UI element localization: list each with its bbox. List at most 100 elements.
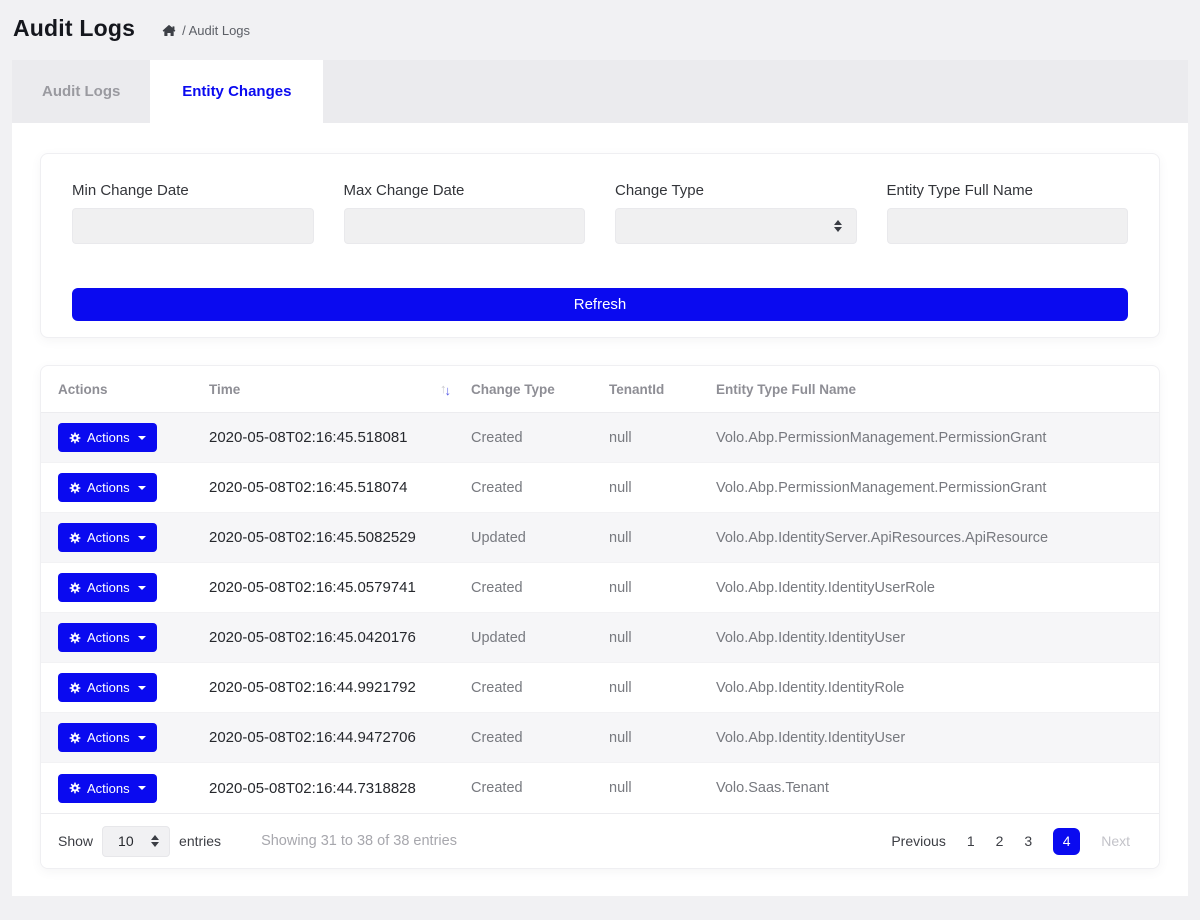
table-row: Actions 2020-05-08T02:16:44.9472706 Crea…	[41, 713, 1159, 763]
row-actions-button-label: Actions	[87, 480, 130, 495]
actions-cell: Actions	[58, 423, 209, 452]
row-actions-button[interactable]: Actions	[58, 473, 157, 502]
tab-audit-logs-label: Audit Logs	[42, 83, 120, 100]
entity-type-full-name-cell: Volo.Abp.IdentityServer.ApiResources.Api…	[716, 530, 1142, 546]
tab-strip: Audit Logs Entity Changes	[12, 60, 1188, 123]
table-row: Actions 2020-05-08T02:16:45.0579741 Crea…	[41, 563, 1159, 613]
table-row: Actions 2020-05-08T02:16:44.7318828 Crea…	[41, 763, 1159, 813]
entity-type-full-name-cell: Volo.Abp.Identity.IdentityUser	[716, 630, 1142, 646]
caret-down-icon	[138, 436, 146, 440]
tenantid-cell: null	[609, 780, 716, 796]
time-cell: 2020-05-08T02:16:45.518074	[209, 479, 471, 496]
time-cell: 2020-05-08T02:16:44.7318828	[209, 780, 471, 797]
change-type-cell: Updated	[471, 530, 609, 546]
actions-cell: Actions	[58, 774, 209, 803]
actions-cell: Actions	[58, 623, 209, 652]
row-actions-button-label: Actions	[87, 680, 130, 695]
entity-type-full-name-cell: Volo.Abp.PermissionManagement.Permission…	[716, 480, 1142, 496]
column-header-tenantid[interactable]: TenantId	[609, 382, 716, 397]
change-type-label: Change Type	[615, 182, 857, 199]
tenantid-cell: null	[609, 580, 716, 596]
refresh-button[interactable]: Refresh	[72, 288, 1128, 321]
entity-type-full-name-input[interactable]	[887, 208, 1129, 244]
pagination-page-4[interactable]: 4	[1053, 828, 1080, 855]
row-actions-button[interactable]: Actions	[58, 723, 157, 752]
pagination-page-1[interactable]: 1	[967, 833, 975, 849]
entity-type-full-name-cell: Volo.Saas.Tenant	[716, 780, 1142, 796]
sort-up-down-icon[interactable]: ↑↓	[440, 382, 449, 397]
column-header-entity-type-full-name[interactable]: Entity Type Full Name	[716, 382, 1142, 397]
change-type-cell: Updated	[471, 630, 609, 646]
change-type-select[interactable]	[615, 208, 857, 244]
filter-field-entity-type-full-name: Entity Type Full Name	[887, 182, 1129, 244]
gear-icon	[69, 432, 81, 444]
column-header-actions[interactable]: Actions	[58, 382, 209, 397]
pagination-next[interactable]: Next	[1101, 833, 1130, 849]
page-title: Audit Logs	[13, 15, 135, 42]
time-cell: 2020-05-08T02:16:44.9921792	[209, 679, 471, 696]
row-actions-button-label: Actions	[87, 781, 130, 796]
filter-field-min-change-date: Min Change Date	[72, 182, 314, 244]
caret-down-icon	[138, 786, 146, 790]
table-header-row: Actions Time ↑↓ Change Type TenantId Ent…	[41, 366, 1159, 413]
tenantid-cell: null	[609, 480, 716, 496]
time-cell: 2020-05-08T02:16:44.9472706	[209, 729, 471, 746]
tenantid-cell: null	[609, 530, 716, 546]
time-cell: 2020-05-08T02:16:45.0420176	[209, 629, 471, 646]
caret-down-icon	[138, 736, 146, 740]
chevron-up-down-icon	[151, 835, 159, 847]
showing-entries-text: Showing 31 to 38 of 38 entries	[261, 833, 457, 849]
row-actions-button[interactable]: Actions	[58, 573, 157, 602]
tenantid-cell: null	[609, 430, 716, 446]
change-type-cell: Created	[471, 580, 609, 596]
gear-icon	[69, 782, 81, 794]
row-actions-button[interactable]: Actions	[58, 423, 157, 452]
table-body: Actions 2020-05-08T02:16:45.518081 Creat…	[41, 413, 1159, 813]
tab-audit-logs[interactable]: Audit Logs	[12, 60, 150, 123]
table-row: Actions 2020-05-08T02:16:45.518074 Creat…	[41, 463, 1159, 513]
entity-type-full-name-cell: Volo.Abp.PermissionManagement.Permission…	[716, 430, 1142, 446]
caret-down-icon	[138, 586, 146, 590]
pagination-previous[interactable]: Previous	[891, 833, 945, 849]
row-actions-button[interactable]: Actions	[58, 673, 157, 702]
tenantid-cell: null	[609, 680, 716, 696]
tab-entity-changes[interactable]: Entity Changes	[150, 60, 323, 123]
filter-field-max-change-date: Max Change Date	[344, 182, 586, 244]
row-actions-button-label: Actions	[87, 730, 130, 745]
filter-grid: Min Change Date Max Change Date Change T…	[72, 182, 1128, 244]
min-change-date-input[interactable]	[72, 208, 314, 244]
row-actions-button-label: Actions	[87, 630, 130, 645]
gear-icon	[69, 532, 81, 544]
row-actions-button[interactable]: Actions	[58, 623, 157, 652]
row-actions-button-label: Actions	[87, 430, 130, 445]
filter-card: Min Change Date Max Change Date Change T…	[40, 153, 1160, 338]
column-header-change-type[interactable]: Change Type	[471, 382, 609, 397]
gear-icon	[69, 632, 81, 644]
page-size-value: 10	[118, 833, 134, 849]
time-cell: 2020-05-08T02:16:45.0579741	[209, 579, 471, 596]
gear-icon	[69, 482, 81, 494]
caret-down-icon	[138, 636, 146, 640]
row-actions-button[interactable]: Actions	[58, 774, 157, 803]
entity-type-full-name-cell: Volo.Abp.Identity.IdentityUser	[716, 730, 1142, 746]
home-icon[interactable]	[162, 24, 176, 38]
entity-type-full-name-cell: Volo.Abp.Identity.IdentityUserRole	[716, 580, 1142, 596]
page-size-select[interactable]: 10	[102, 826, 170, 857]
max-change-date-label: Max Change Date	[344, 182, 586, 199]
filter-field-change-type: Change Type	[615, 182, 857, 244]
time-cell: 2020-05-08T02:16:45.518081	[209, 429, 471, 446]
change-type-cell: Created	[471, 780, 609, 796]
actions-cell: Actions	[58, 723, 209, 752]
breadcrumb: / Audit Logs	[162, 23, 250, 38]
page-header: Audit Logs / Audit Logs	[0, 0, 1200, 52]
column-header-time[interactable]: Time ↑↓	[209, 382, 471, 397]
content-panel: Min Change Date Max Change Date Change T…	[12, 123, 1188, 896]
max-change-date-input[interactable]	[344, 208, 586, 244]
pagination-page-3[interactable]: 3	[1024, 833, 1032, 849]
table-row: Actions 2020-05-08T02:16:45.518081 Creat…	[41, 413, 1159, 463]
entity-type-full-name-label: Entity Type Full Name	[887, 182, 1129, 199]
pagination-page-2[interactable]: 2	[996, 833, 1004, 849]
min-change-date-label: Min Change Date	[72, 182, 314, 199]
row-actions-button[interactable]: Actions	[58, 523, 157, 552]
caret-down-icon	[138, 486, 146, 490]
